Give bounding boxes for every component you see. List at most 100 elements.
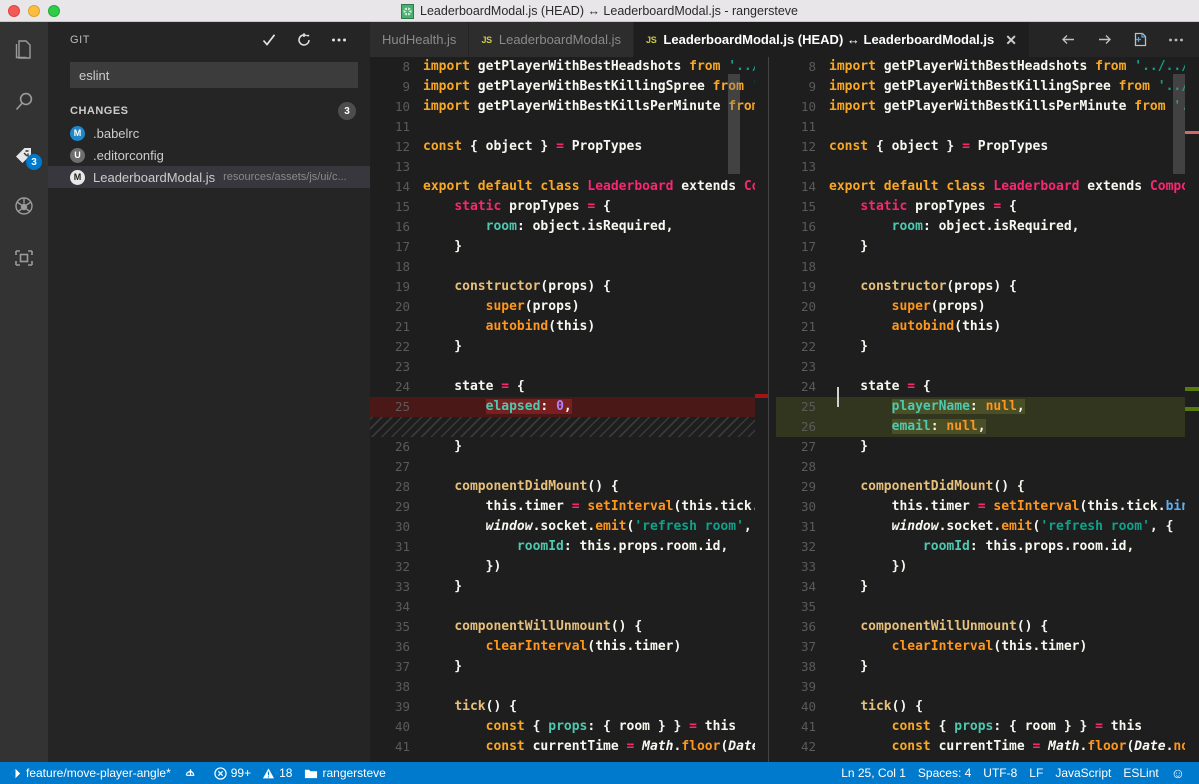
activity-item-source-control[interactable]: 3 bbox=[0, 130, 48, 178]
diff-pane-original[interactable]: 8import getPlayerWithBestHeadshots from … bbox=[370, 57, 769, 762]
overview-ruler-original[interactable] bbox=[755, 57, 769, 762]
code-line-original[interactable]: 29 this.timer = setInterval(this.tick.bi… bbox=[370, 497, 769, 517]
code-line-modified[interactable]: 21 autobind(this) bbox=[776, 317, 1199, 337]
code-line-modified[interactable]: 41 const { props: { room } } = this bbox=[776, 717, 1199, 737]
code-line-original[interactable]: 35 componentWillUnmount() { bbox=[370, 617, 769, 637]
code-line-original[interactable]: 33 } bbox=[370, 577, 769, 597]
diff-sash[interactable] bbox=[769, 57, 776, 762]
code-line-original[interactable]: 25 elapsed: 0, bbox=[370, 397, 769, 417]
changed-file-row-leaderboardmodal[interactable]: M LeaderboardModal.js resources/assets/j… bbox=[48, 166, 370, 188]
status-language-mode[interactable]: JavaScript bbox=[1049, 762, 1117, 784]
code-line-original[interactable]: 23 bbox=[370, 357, 769, 377]
code-line-modified[interactable]: 20 super(props) bbox=[776, 297, 1199, 317]
code-line-modified[interactable]: 27 } bbox=[776, 437, 1199, 457]
code-line-original[interactable]: 27 bbox=[370, 457, 769, 477]
code-line-modified[interactable]: 14export default class Leaderboard exten… bbox=[776, 177, 1199, 197]
code-line-modified[interactable]: 38 } bbox=[776, 657, 1199, 677]
status-eslint[interactable]: ESLint bbox=[1117, 762, 1164, 784]
commit-button[interactable] bbox=[260, 31, 278, 49]
code-line-original[interactable]: 17 } bbox=[370, 237, 769, 257]
code-line-original[interactable]: 41 const currentTime = Math.floor(Date.n… bbox=[370, 737, 769, 757]
code-line-modified[interactable]: 40 tick() { bbox=[776, 697, 1199, 717]
split-editor-icon[interactable] bbox=[1131, 31, 1149, 49]
code-line-modified[interactable]: 18 bbox=[776, 257, 1199, 277]
code-line-original[interactable]: 24 state = { bbox=[370, 377, 769, 397]
code-line-modified[interactable]: 13 bbox=[776, 157, 1199, 177]
status-cursor-position[interactable]: Ln 25, Col 1 bbox=[835, 762, 912, 784]
code-line-modified[interactable]: 42 const currentTime = Math.floor(Date.n… bbox=[776, 737, 1199, 757]
code-line-modified[interactable]: 33 }) bbox=[776, 557, 1199, 577]
code-line-modified[interactable]: 32 roomId: this.props.room.id, bbox=[776, 537, 1199, 557]
code-line-original[interactable]: 15 static propTypes = { bbox=[370, 197, 769, 217]
code-line-original[interactable]: 26 } bbox=[370, 437, 769, 457]
overview-ruler-modified[interactable] bbox=[1185, 57, 1199, 762]
code-line-modified[interactable]: 22 } bbox=[776, 337, 1199, 357]
code-line-original[interactable]: 40 const { props: { room } } = this bbox=[370, 717, 769, 737]
code-line-modified[interactable]: 34 } bbox=[776, 577, 1199, 597]
code-line-original[interactable]: 18 bbox=[370, 257, 769, 277]
code-line-modified[interactable]: 29 componentDidMount() { bbox=[776, 477, 1199, 497]
activity-item-debug[interactable] bbox=[0, 182, 48, 230]
code-line-modified[interactable]: 31 window.socket.emit('refresh room', { bbox=[776, 517, 1199, 537]
code-line-modified[interactable]: 24 state = { bbox=[776, 377, 1199, 397]
tab-leaderboardmodal[interactable]: JS LeaderboardModal.js bbox=[469, 22, 634, 57]
status-eol[interactable]: LF bbox=[1023, 762, 1049, 784]
code-line-modified[interactable]: 11 bbox=[776, 117, 1199, 137]
code-line-original[interactable]: 38 bbox=[370, 677, 769, 697]
code-content-original[interactable]: 8import getPlayerWithBestHeadshots from … bbox=[370, 57, 769, 757]
code-line-original[interactable]: 19 constructor(props) { bbox=[370, 277, 769, 297]
code-line-original[interactable]: 32 }) bbox=[370, 557, 769, 577]
code-line-modified[interactable]: 26 email: null, bbox=[776, 417, 1199, 437]
code-line-modified[interactable]: 25 playerName: null, bbox=[776, 397, 1199, 417]
diff-pane-modified[interactable]: 8import getPlayerWithBestHeadshots from … bbox=[776, 57, 1199, 762]
status-branch[interactable]: feature/move-player-angle* bbox=[0, 762, 177, 784]
commit-message-input[interactable]: eslint bbox=[70, 62, 358, 88]
arrow-right-icon[interactable] bbox=[1095, 31, 1113, 49]
code-line-original[interactable]: 39 tick() { bbox=[370, 697, 769, 717]
code-line-original[interactable]: 34 bbox=[370, 597, 769, 617]
code-line-original[interactable] bbox=[370, 417, 769, 437]
code-line-modified[interactable]: 39 bbox=[776, 677, 1199, 697]
code-line-original[interactable]: 36 clearInterval(this.timer) bbox=[370, 637, 769, 657]
code-line-original[interactable]: 8import getPlayerWithBestHeadshots from … bbox=[370, 57, 769, 77]
code-line-modified[interactable]: 37 clearInterval(this.timer) bbox=[776, 637, 1199, 657]
code-line-original[interactable]: 31 roomId: this.props.room.id, bbox=[370, 537, 769, 557]
code-line-original[interactable]: 21 autobind(this) bbox=[370, 317, 769, 337]
code-line-modified[interactable]: 36 componentWillUnmount() { bbox=[776, 617, 1199, 637]
changes-section-header[interactable]: CHANGES 3 bbox=[48, 100, 370, 122]
status-folder[interactable]: rangersteve bbox=[298, 762, 391, 784]
code-line-modified[interactable]: 23 bbox=[776, 357, 1199, 377]
code-line-modified[interactable]: 10import getPlayerWithBestKillsPerMinute… bbox=[776, 97, 1199, 117]
code-content-modified[interactable]: 8import getPlayerWithBestHeadshots from … bbox=[776, 57, 1199, 757]
status-encoding[interactable]: UTF-8 bbox=[977, 762, 1023, 784]
tab-hudhealth[interactable]: HudHealth.js bbox=[370, 22, 469, 57]
code-line-modified[interactable]: 28 bbox=[776, 457, 1199, 477]
code-line-original[interactable]: 30 window.socket.emit('refresh room', { bbox=[370, 517, 769, 537]
code-line-modified[interactable]: 35 bbox=[776, 597, 1199, 617]
code-line-original[interactable]: 14export default class Leaderboard exten… bbox=[370, 177, 769, 197]
ellipsis-icon[interactable] bbox=[1167, 31, 1185, 49]
vertical-scrollbar-modified[interactable] bbox=[1173, 74, 1185, 174]
code-line-modified[interactable]: 19 constructor(props) { bbox=[776, 277, 1199, 297]
code-line-modified[interactable]: 30 this.timer = setInterval(this.tick.bi… bbox=[776, 497, 1199, 517]
status-indentation[interactable]: Spaces: 4 bbox=[912, 762, 977, 784]
refresh-button[interactable] bbox=[295, 31, 313, 49]
activity-item-extensions[interactable] bbox=[0, 234, 48, 282]
vertical-scrollbar-original[interactable] bbox=[728, 74, 740, 174]
status-feedback-smiley[interactable]: ☺ bbox=[1165, 762, 1191, 784]
code-line-original[interactable]: 13 bbox=[370, 157, 769, 177]
tab-leaderboardmodal-diff[interactable]: JS LeaderboardModal.js (HEAD) ↔ Leaderbo… bbox=[634, 22, 1030, 57]
code-line-original[interactable]: 28 componentDidMount() { bbox=[370, 477, 769, 497]
code-line-original[interactable]: 11 bbox=[370, 117, 769, 137]
activity-item-search[interactable] bbox=[0, 78, 48, 126]
code-line-modified[interactable]: 12const { object } = PropTypes bbox=[776, 137, 1199, 157]
code-line-original[interactable]: 37 } bbox=[370, 657, 769, 677]
code-line-original[interactable]: 22 } bbox=[370, 337, 769, 357]
status-problems[interactable]: 99+ 18 bbox=[208, 762, 299, 784]
status-sync[interactable] bbox=[177, 762, 208, 784]
code-line-original[interactable]: 10import getPlayerWithBestKillsPerMinute… bbox=[370, 97, 769, 117]
code-line-modified[interactable]: 17 } bbox=[776, 237, 1199, 257]
changed-file-row-editorconfig[interactable]: U .editorconfig bbox=[48, 144, 370, 166]
code-line-modified[interactable]: 8import getPlayerWithBestHeadshots from … bbox=[776, 57, 1199, 77]
arrow-left-icon[interactable] bbox=[1059, 31, 1077, 49]
